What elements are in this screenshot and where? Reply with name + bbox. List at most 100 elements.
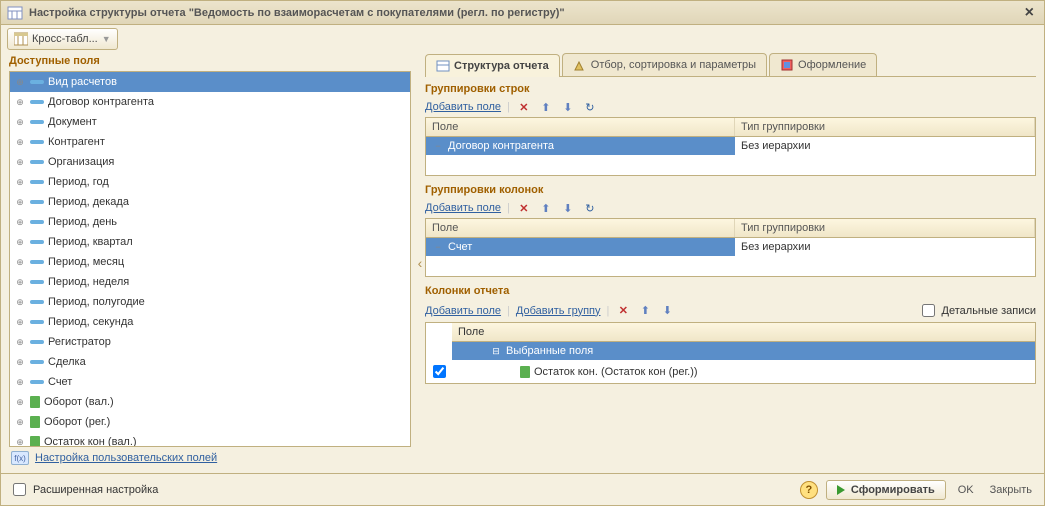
splitter[interactable]: ‹	[415, 53, 425, 473]
cols-col-field: Поле	[426, 219, 735, 237]
cols-grouping-title: Группировки колонок	[425, 184, 1036, 196]
expand-icon[interactable]: ⊕	[14, 76, 26, 88]
cols-grouping-row[interactable]: −Счет Без иерархии	[426, 238, 1035, 256]
available-field-item[interactable]: ⊕ Период, секунда	[10, 312, 410, 332]
field-label: Период, секунда	[48, 316, 133, 328]
toolbar: Кросс-табл... ▼	[1, 25, 1044, 53]
field-label: Сделка	[48, 356, 86, 368]
expand-icon[interactable]: ⊕	[14, 296, 26, 308]
field-label: Оборот (вал.)	[44, 396, 114, 408]
available-field-item[interactable]: ⊕Остаток кон (вал.)	[10, 432, 410, 447]
field-label: Вид расчетов	[48, 76, 117, 88]
available-field-item[interactable]: ⊕Регистратор	[10, 332, 410, 352]
extended-settings-label: Расширенная настройка	[33, 484, 158, 496]
close-button[interactable]: Закрыть	[986, 482, 1036, 498]
cols-add-field-link[interactable]: Добавить поле	[425, 202, 501, 214]
resource-icon	[520, 366, 530, 378]
report-col-item-row[interactable]: Остаток кон. (Остаток кон (рег.))	[426, 360, 1035, 383]
detail-records-checkbox[interactable]	[922, 304, 935, 317]
generate-button[interactable]: Сформировать	[826, 480, 946, 500]
rows-move-down-icon[interactable]: ⬇	[560, 99, 576, 115]
dimension-icon	[30, 100, 44, 104]
report-cols-header: Поле	[452, 323, 1035, 342]
available-field-item[interactable]: ⊕Документ	[10, 112, 410, 132]
tab[interactable]: Отбор, сортировка и параметры	[562, 53, 767, 76]
available-field-item[interactable]: ⊕Оборот (рег.)	[10, 412, 410, 432]
available-field-item[interactable]: ⊕ Вид расчетов	[10, 72, 410, 92]
tab[interactable]: Структура отчета	[425, 54, 560, 77]
expand-icon[interactable]: ⊕	[14, 316, 26, 328]
report-delete-icon[interactable]: ✕	[615, 303, 631, 319]
expand-icon[interactable]: ⊕	[14, 356, 26, 368]
rows-col-type: Тип группировки	[735, 118, 1035, 136]
report-move-up-icon[interactable]: ⬆	[637, 303, 653, 319]
dimension-icon	[30, 240, 44, 244]
expand-icon[interactable]: ⊕	[14, 376, 26, 388]
report-add-field-link[interactable]: Добавить поле	[425, 305, 501, 317]
ok-button[interactable]: OK	[954, 482, 978, 498]
available-field-item[interactable]: ⊕Счет	[10, 372, 410, 392]
expand-icon[interactable]: ⊕	[14, 96, 26, 108]
field-label: Контрагент	[48, 136, 105, 148]
selected-fields-node[interactable]: ⊟Выбранные поля	[426, 342, 1035, 360]
rows-move-up-icon[interactable]: ⬆	[538, 99, 554, 115]
available-field-item[interactable]: ⊕ Оборот (вал.)	[10, 392, 410, 412]
dimension-icon	[30, 260, 44, 264]
expand-icon[interactable]: ⊕	[14, 116, 26, 128]
cols-move-down-icon[interactable]: ⬇	[560, 200, 576, 216]
help-icon[interactable]: ?	[800, 481, 818, 499]
user-fields-link[interactable]: Настройка пользовательских полей	[35, 452, 217, 464]
available-field-item[interactable]: ⊕Организация	[10, 152, 410, 172]
selected-fields-label: Выбранные поля	[506, 345, 593, 357]
close-icon[interactable]: ×	[1021, 4, 1038, 22]
expand-icon[interactable]: ⊕	[14, 236, 26, 248]
expand-icon[interactable]: ⊕	[14, 336, 26, 348]
available-field-item[interactable]: ⊕ Контрагент	[10, 132, 410, 152]
rows-add-field-link[interactable]: Добавить поле	[425, 101, 501, 113]
cols-refresh-icon[interactable]: ↻	[582, 200, 598, 216]
chevron-down-icon: ▼	[102, 34, 111, 44]
expand-icon[interactable]: ⊕	[14, 416, 26, 428]
cols-move-up-icon[interactable]: ⬆	[538, 200, 554, 216]
resource-icon	[30, 416, 40, 428]
available-field-item[interactable]: ⊕Период, неделя	[10, 272, 410, 292]
available-field-item[interactable]: ⊕ Период, день	[10, 212, 410, 232]
expand-icon[interactable]: ⊕	[14, 436, 26, 447]
rows-refresh-icon[interactable]: ↻	[582, 99, 598, 115]
cross-table-button[interactable]: Кросс-табл... ▼	[7, 28, 118, 50]
available-fields-title: Доступные поля	[9, 53, 411, 71]
available-fields-list[interactable]: ⊕ Вид расчетов ⊕ Договор контрагента ⊕Докуме…	[9, 71, 411, 447]
dimension-icon	[30, 300, 44, 304]
report-move-down-icon[interactable]: ⬇	[659, 303, 675, 319]
rows-grouping-row[interactable]: −Договор контрагента Без иерархии	[426, 137, 1035, 155]
available-field-item[interactable]: ⊕ Сделка	[10, 352, 410, 372]
field-label: Период, день	[48, 216, 117, 228]
rows-delete-icon[interactable]: ✕	[516, 99, 532, 115]
cols-delete-icon[interactable]: ✕	[516, 200, 532, 216]
rows-grouping-field: Договор контрагента	[448, 140, 554, 152]
available-field-item[interactable]: ⊕ Договор контрагента	[10, 92, 410, 112]
expand-icon[interactable]: ⊕	[14, 256, 26, 268]
available-field-item[interactable]: ⊕Период, квартал	[10, 232, 410, 252]
available-field-item[interactable]: ⊕ Период, месяц	[10, 252, 410, 272]
resource-icon	[30, 396, 40, 408]
expand-icon[interactable]: ⊕	[14, 156, 26, 168]
extended-settings-checkbox[interactable]	[13, 483, 26, 496]
expand-icon[interactable]: ⊕	[14, 396, 26, 408]
report-add-group-link[interactable]: Добавить группу	[516, 305, 601, 317]
available-field-item[interactable]: ⊕Период, полугодие	[10, 292, 410, 312]
available-field-item[interactable]: ⊕Период, год	[10, 172, 410, 192]
field-label: Договор контрагента	[48, 96, 154, 108]
tab[interactable]: Оформление	[769, 53, 877, 76]
tabs: Структура отчетаОтбор, сортировка и пара…	[425, 53, 1036, 77]
expand-icon[interactable]: ⊕	[14, 176, 26, 188]
report-col-item-checkbox[interactable]	[433, 365, 446, 378]
expand-icon[interactable]: ⊕	[14, 216, 26, 228]
expand-icon[interactable]: ⊕	[14, 276, 26, 288]
field-label: Период, месяц	[48, 256, 124, 268]
available-field-item[interactable]: ⊕Период, декада	[10, 192, 410, 212]
resource-icon	[30, 436, 40, 447]
expand-icon[interactable]: ⊕	[14, 196, 26, 208]
report-col-item-label: Остаток кон. (Остаток кон (рег.))	[534, 366, 698, 378]
expand-icon[interactable]: ⊕	[14, 136, 26, 148]
